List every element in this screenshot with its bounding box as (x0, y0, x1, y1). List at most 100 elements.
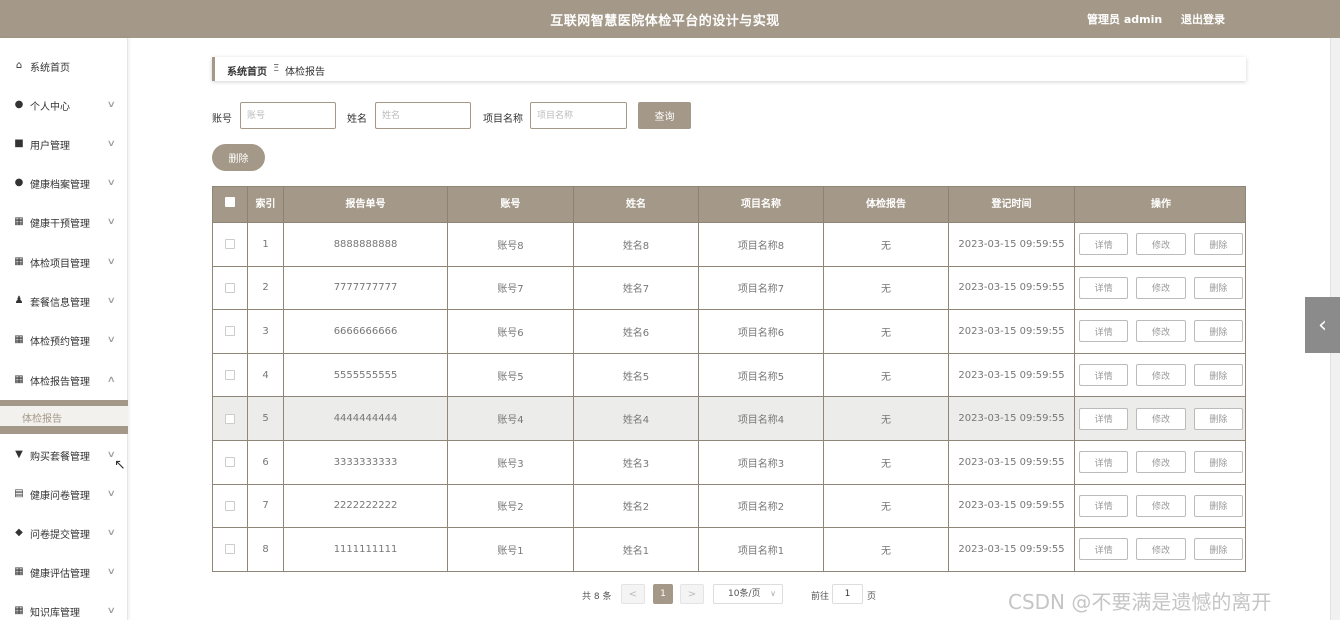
edit-button[interactable]: 修改 (1136, 276, 1186, 299)
detail-button[interactable]: 详情 (1079, 233, 1129, 256)
cell-index: 3 (248, 310, 284, 353)
detail-button[interactable]: 详情 (1079, 364, 1129, 387)
edit-button[interactable]: 修改 (1136, 407, 1186, 430)
row-actions: 详情 修改 删除 (1075, 397, 1247, 440)
row-select-cell (213, 266, 248, 310)
cell-account: 账号5 (448, 353, 574, 397)
row-checkbox[interactable] (225, 457, 235, 468)
sidebar-item[interactable]: ⌂ 系统首页 (0, 56, 128, 76)
cell-project: 项目名称4 (699, 397, 824, 440)
breadcrumb-separator: Ξ (273, 63, 280, 74)
table-header: 索引 报告单号 账号 姓名 项目名称 体检报告 登记时间 操作 (213, 187, 1245, 222)
sidebar-item[interactable]: ● 健康档案管理 ∨ (0, 173, 128, 193)
batch-delete-button[interactable]: 删除 (212, 144, 265, 171)
name-input[interactable] (375, 102, 471, 129)
cell-name: 姓名5 (574, 353, 699, 397)
cell-time: 2023-03-15 09:59:55 (949, 310, 1075, 353)
row-checkbox[interactable] (225, 282, 235, 293)
cell-report-no: 2222222222 (284, 484, 448, 528)
detail-button[interactable]: 详情 (1079, 451, 1129, 474)
edit-button[interactable]: 修改 (1136, 494, 1186, 517)
current-page-button[interactable]: 1 (653, 584, 673, 604)
delete-button[interactable]: 删除 (1193, 233, 1243, 256)
row-actions: 详情 修改 删除 (1075, 441, 1247, 484)
cell-time: 2023-03-15 09:59:55 (949, 353, 1075, 397)
row-checkbox[interactable] (225, 413, 235, 424)
detail-button[interactable]: 详情 (1079, 538, 1129, 561)
row-checkbox[interactable] (225, 239, 235, 250)
page-size-select[interactable]: 10条/页 ∨ (713, 584, 783, 604)
goto-page-input[interactable] (832, 584, 863, 604)
cell-report-no: 7777777777 (284, 266, 448, 310)
chevron-icon: ∧ (106, 375, 116, 385)
sidebar-item[interactable]: ■ 用户管理 ∨ (0, 134, 128, 154)
sidebar-item[interactable]: ▦ 健康干预管理 ∨ (0, 212, 128, 232)
sidebar-item[interactable]: ▤ 健康问卷管理 ∨ (0, 484, 128, 504)
logout-link[interactable]: 退出登录 (1181, 11, 1225, 27)
row-select-cell (213, 484, 248, 528)
sidebar-item[interactable]: ▦ 体检报告管理 ∧ (0, 370, 128, 390)
collapse-arrow-button[interactable]: ‹ (1305, 297, 1340, 353)
row-checkbox[interactable] (225, 500, 235, 511)
chevron-icon: ∨ (106, 606, 116, 616)
sidebar-item[interactable]: ♟ 套餐信息管理 ∨ (0, 291, 128, 311)
chevron-icon: ∨ (106, 257, 116, 267)
delete-button[interactable]: 删除 (1193, 494, 1243, 517)
grid-icon: ▦ (14, 216, 24, 227)
delete-button[interactable]: 删除 (1193, 538, 1243, 561)
sidebar-item[interactable]: ◆ 问卷提交管理 ∨ (0, 523, 128, 543)
cell-report-no: 6666666666 (284, 310, 448, 353)
top-header: 互联网智慧医院体检平台的设计与实现 管理员 admin 退出登录 (0, 0, 1340, 38)
sidebar-item[interactable]: ▦ 健康评估管理 ∨ (0, 562, 128, 582)
detail-button[interactable]: 详情 (1079, 320, 1129, 343)
edit-button[interactable]: 修改 (1136, 320, 1186, 343)
row-checkbox[interactable] (225, 544, 235, 555)
delete-button[interactable]: 删除 (1193, 364, 1243, 387)
row-select-cell (213, 353, 248, 397)
next-page-button[interactable]: > (680, 584, 704, 604)
sidebar-item-label: 用户管理 (30, 140, 70, 152)
breadcrumb-home[interactable]: 系统首页 (227, 63, 267, 78)
detail-button[interactable]: 详情 (1079, 407, 1129, 430)
cell-report: 无 (824, 397, 949, 440)
row-checkbox[interactable] (225, 326, 235, 337)
select-all-checkbox[interactable] (225, 197, 235, 207)
goto-label: 前往 (811, 592, 830, 602)
edit-button[interactable]: 修改 (1136, 233, 1186, 256)
chevron-icon: ∨ (106, 296, 116, 306)
delete-button[interactable]: 删除 (1193, 276, 1243, 299)
cell-account: 账号1 (448, 528, 574, 571)
cell-project: 项目名称3 (699, 440, 824, 484)
cell-name: 姓名4 (574, 397, 699, 440)
chevron-icon: ∨ (106, 567, 116, 577)
cell-name: 姓名6 (574, 310, 699, 353)
cell-report: 无 (824, 353, 949, 397)
detail-button[interactable]: 详情 (1079, 494, 1129, 517)
account-input[interactable] (240, 102, 336, 129)
edit-button[interactable]: 修改 (1136, 364, 1186, 387)
row-checkbox[interactable] (225, 370, 235, 381)
sidebar-item[interactable]: ▦ 体检预约管理 ∨ (0, 330, 128, 350)
project-input[interactable] (530, 102, 627, 129)
account-label: 账号 (212, 114, 232, 125)
sidebar-item[interactable]: ▦ 知识库管理 ∨ (0, 601, 128, 620)
edit-button[interactable]: 修改 (1136, 451, 1186, 474)
cell-project: 项目名称5 (699, 353, 824, 397)
delete-button[interactable]: 删除 (1193, 407, 1243, 430)
edit-button[interactable]: 修改 (1136, 538, 1186, 561)
chevron-icon: ∨ (106, 178, 116, 188)
mouse-cursor-icon: ↖ (114, 457, 126, 473)
sidebar-item[interactable]: ▦ 体检项目管理 ∨ (0, 252, 128, 272)
sidebar-subitem-report[interactable]: 体检报告 (0, 406, 128, 426)
cell-report-no: 4444444444 (284, 397, 448, 440)
report-table: 索引 报告单号 账号 姓名 项目名称 体检报告 登记时间 操作 1 8888888888 账号8 姓… (212, 186, 1246, 572)
sidebar-item[interactable]: ▼ 购买套餐管理 ∨ (0, 445, 128, 465)
cell-report-no: 8888888888 (284, 223, 448, 266)
detail-button[interactable]: 详情 (1079, 276, 1129, 299)
sidebar-item[interactable]: ● 个人中心 ∨ (0, 95, 128, 115)
query-button[interactable]: 查询 (638, 102, 691, 129)
prev-page-button[interactable]: < (621, 584, 645, 604)
delete-button[interactable]: 删除 (1193, 320, 1243, 343)
sidebar-item-label: 健康档案管理 (30, 179, 90, 191)
delete-button[interactable]: 删除 (1193, 451, 1243, 474)
